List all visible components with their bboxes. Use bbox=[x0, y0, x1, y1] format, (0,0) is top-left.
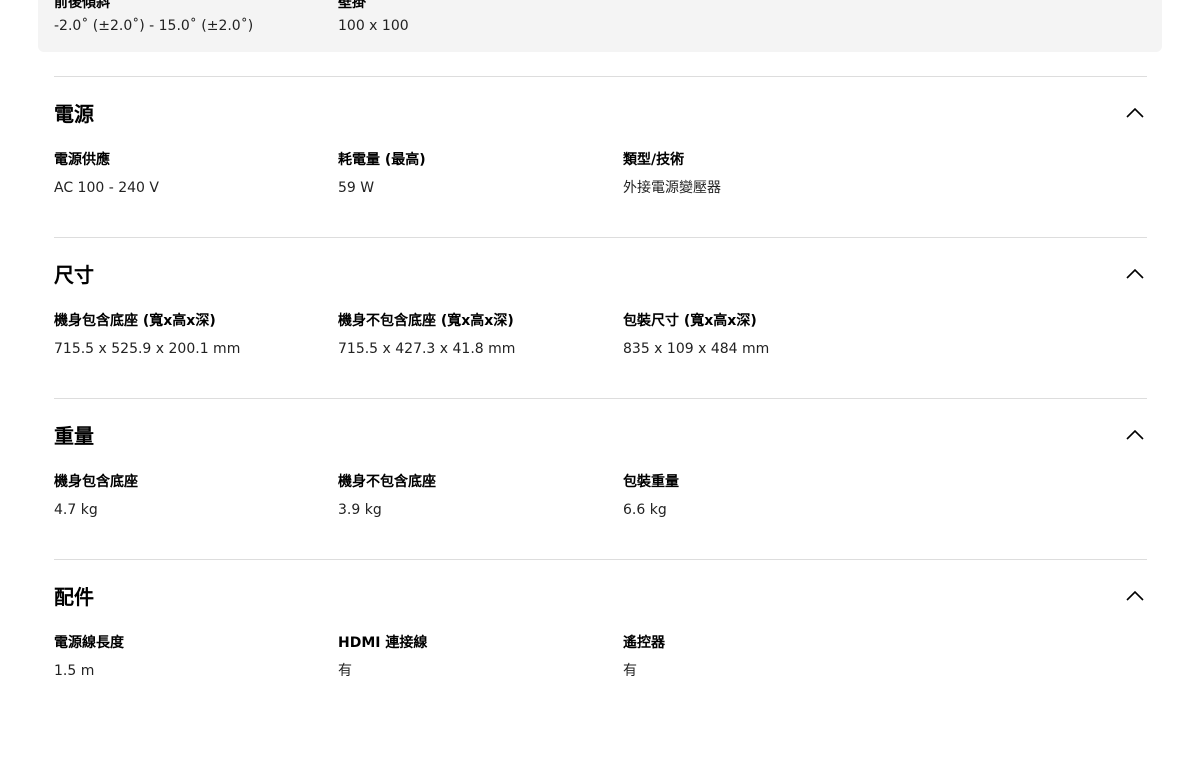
spec-value: 外接電源變壓器 bbox=[623, 180, 721, 196]
chevron-up-icon bbox=[1126, 591, 1144, 601]
spec-value: 59 W bbox=[338, 180, 375, 196]
spec-value: 有 bbox=[623, 663, 637, 679]
spec-value: 3.9 kg bbox=[338, 502, 382, 518]
section-power: 電源 電源供應 AC 100 - 240 V 耗電量 (最高) 59 W 類型/… bbox=[54, 76, 1147, 238]
spec-page: 前後傾斜 -2.0˚ (±2.0˚) - 15.0˚ (±2.0˚) 壁掛 10… bbox=[0, 0, 1200, 763]
spec-label: 包裝重量 bbox=[623, 474, 679, 490]
section-power-toggle[interactable] bbox=[1123, 101, 1147, 125]
spec-value: 715.5 x 427.3 x 41.8 mm bbox=[338, 341, 516, 357]
spec-item: HDMI 連接線 有 bbox=[338, 634, 427, 680]
section-title: 配件 bbox=[54, 585, 94, 609]
spec-value: 1.5 m bbox=[54, 663, 95, 679]
spec-item: 類型/技術 外接電源變壓器 bbox=[623, 151, 721, 197]
spec-item: 機身不包含底座 3.9 kg bbox=[338, 473, 436, 519]
spec-label: 機身包含底座 (寬x高x深) bbox=[54, 313, 216, 329]
spec-value: 6.6 kg bbox=[623, 502, 667, 518]
spec-value: 有 bbox=[338, 663, 352, 679]
spec-item: 電源供應 AC 100 - 240 V bbox=[54, 151, 159, 197]
spec-label: 遙控器 bbox=[623, 635, 665, 651]
spec-item: 遙控器 有 bbox=[623, 634, 665, 680]
spec-item: 機身包含底座 4.7 kg bbox=[54, 473, 138, 519]
spec-label: 耗電量 (最高) bbox=[338, 152, 426, 168]
section-dimensions-toggle[interactable] bbox=[1123, 262, 1147, 286]
spec-item: 電源線長度 1.5 m bbox=[54, 634, 124, 680]
spec-value: 100 x 100 bbox=[338, 18, 409, 34]
section-title: 尺寸 bbox=[54, 263, 94, 287]
section-title: 電源 bbox=[54, 102, 94, 126]
spec-label: 前後傾斜 bbox=[54, 0, 110, 11]
spec-label: 類型/技術 bbox=[623, 152, 685, 168]
spec-item: 包裝尺寸 (寬x高x深) 835 x 109 x 484 mm bbox=[623, 312, 769, 358]
spec-value: AC 100 - 240 V bbox=[54, 180, 159, 196]
spec-label: 機身不包含底座 bbox=[338, 474, 436, 490]
spec-item: 包裝重量 6.6 kg bbox=[623, 473, 679, 519]
spec-value: 715.5 x 525.9 x 200.1 mm bbox=[54, 341, 241, 357]
spec-label: 機身包含底座 bbox=[54, 474, 138, 490]
section-weight-toggle[interactable] bbox=[1123, 423, 1147, 447]
chevron-up-icon bbox=[1126, 269, 1144, 279]
spec-value: 835 x 109 x 484 mm bbox=[623, 341, 770, 357]
section-accessories: 配件 電源線長度 1.5 m HDMI 連接線 有 遙控器 有 bbox=[54, 559, 1147, 721]
spec-label: 壁掛 bbox=[338, 0, 366, 11]
chevron-up-icon bbox=[1126, 108, 1144, 118]
spec-item: 耗電量 (最高) 59 W bbox=[338, 151, 426, 197]
spec-item: 機身包含底座 (寬x高x深) 715.5 x 525.9 x 200.1 mm bbox=[54, 312, 240, 358]
spec-label: 電源線長度 bbox=[54, 635, 124, 651]
section-title: 重量 bbox=[54, 424, 94, 448]
spec-label: 包裝尺寸 (寬x高x深) bbox=[623, 313, 757, 329]
spec-item: 機身不包含底座 (寬x高x深) 715.5 x 427.3 x 41.8 mm bbox=[338, 312, 515, 358]
spec-value: 4.7 kg bbox=[54, 502, 98, 518]
section-accessories-toggle[interactable] bbox=[1123, 584, 1147, 608]
stand-specs-block: 前後傾斜 -2.0˚ (±2.0˚) - 15.0˚ (±2.0˚) 壁掛 10… bbox=[38, 0, 1162, 52]
spec-label: 電源供應 bbox=[54, 152, 110, 168]
chevron-up-icon bbox=[1126, 430, 1144, 440]
spec-value: -2.0˚ (±2.0˚) - 15.0˚ (±2.0˚) bbox=[54, 18, 254, 34]
section-weight: 重量 機身包含底座 4.7 kg 機身不包含底座 3.9 kg 包裝重量 6.6… bbox=[54, 398, 1147, 560]
spec-label: HDMI 連接線 bbox=[338, 635, 428, 651]
section-dimensions: 尺寸 機身包含底座 (寬x高x深) 715.5 x 525.9 x 200.1 … bbox=[54, 237, 1147, 399]
spec-label: 機身不包含底座 (寬x高x深) bbox=[338, 313, 514, 329]
